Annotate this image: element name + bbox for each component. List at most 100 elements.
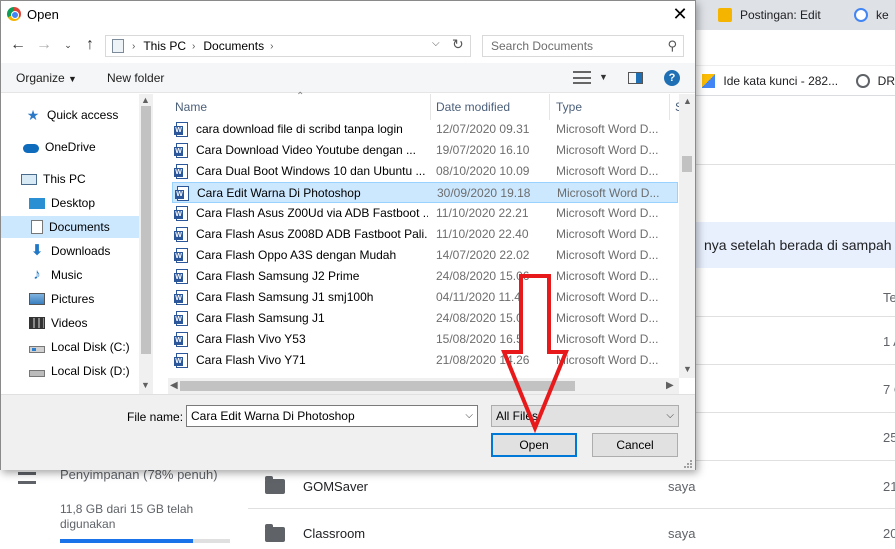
back-arrow-icon[interactable]: ← (9, 36, 27, 54)
sidebar-item-downloads[interactable]: ⬇ Downloads (1, 240, 139, 262)
file-date: 21/08/2020 14.26 (436, 353, 530, 367)
recent-locations-chevron-icon[interactable]: ⌄ (59, 36, 77, 54)
sidebar-item-local-disk-c[interactable]: Local Disk (C:) (1, 336, 139, 358)
pictures-icon (29, 293, 45, 305)
file-type: Microsoft Word D... (556, 206, 659, 220)
word-document-icon (174, 332, 188, 347)
navigation-bar: ← → ⌄ ↑ › This PC › Documents › ⌵ ↻ Sear… (1, 29, 695, 63)
sidebar-item-pictures[interactable]: Pictures (1, 288, 139, 310)
chevron-down-icon[interactable]: ⌵ (465, 406, 473, 426)
open-button[interactable]: Open (491, 433, 577, 457)
search-input[interactable]: Search Documents ⚲ (482, 35, 684, 57)
folder-owner: saya (668, 479, 696, 494)
chevron-right-icon[interactable]: › (270, 41, 273, 52)
sidebar-item-desktop[interactable]: Desktop (1, 192, 139, 214)
sidebar-item-onedrive[interactable]: OneDrive (1, 136, 139, 158)
file-type: Microsoft Word D... (556, 353, 659, 367)
sidebar-item-videos[interactable]: Videos (1, 312, 139, 334)
organize-button[interactable]: Organize ▼ (16, 71, 77, 85)
file-type-select[interactable]: All Files ⌵ (491, 405, 679, 427)
row-value: 25 (883, 430, 895, 445)
file-row[interactable]: cara download file di scribd tanpa login… (172, 119, 678, 140)
cancel-button[interactable]: Cancel (592, 433, 678, 457)
close-icon[interactable]: ✕ (665, 3, 695, 27)
column-divider[interactable] (549, 94, 550, 120)
file-type: Microsoft Word D... (557, 186, 660, 200)
help-icon[interactable]: ? (664, 70, 680, 86)
file-row[interactable]: Cara Download Video Youtube dengan ... 19… (172, 140, 678, 161)
file-row[interactable]: Cara Flash Samsung J2 Prime 24/08/2020 15… (172, 266, 678, 287)
divider (696, 164, 895, 165)
file-row[interactable]: Cara Flash Asus Z008D ADB Fastboot Pali.… (172, 224, 678, 245)
sidebar-item-documents[interactable]: Documents (1, 216, 139, 238)
file-row-selected[interactable]: Cara Edit Warna Di Photoshop 30/09/2020 1… (172, 182, 678, 203)
refresh-icon[interactable]: ↻ (452, 36, 464, 53)
column-divider[interactable] (669, 94, 670, 120)
folder-name[interactable]: GOMSaver (303, 479, 368, 494)
column-header-type[interactable]: Type (556, 94, 582, 120)
dialog-footer: File name: Cara Edit Warna Di Photoshop … (1, 394, 695, 470)
bookmark-ads[interactable]: Ide kata kunci - 282... (723, 74, 838, 88)
file-row[interactable]: Cara Flash Samsung J1 smj100h 04/11/2020 … (172, 287, 678, 308)
word-document-icon (174, 122, 188, 137)
file-row[interactable]: Cara Flash Vivo Y53 15/08/2020 16.5 Micros… (172, 329, 678, 350)
column-divider[interactable] (430, 94, 431, 120)
scroll-left-icon[interactable]: ◀ (170, 380, 178, 391)
address-bar[interactable]: › This PC › Documents › ⌵ ↻ (105, 35, 471, 57)
file-row[interactable]: Cara Flash Vivo Y71 21/08/2020 14.26 Micro… (172, 350, 678, 371)
scroll-down-icon[interactable]: ▼ (683, 364, 692, 374)
sidebar-item-label: Downloads (51, 244, 111, 258)
scroll-right-icon[interactable]: ▶ (666, 380, 674, 391)
sidebar-item-quick-access[interactable]: ★ Quick access (1, 104, 139, 126)
file-date: 30/09/2020 19.18 (437, 186, 531, 200)
file-list-horizontal-scrollbar[interactable]: ◀ ▶ (168, 378, 679, 394)
scroll-up-icon[interactable]: ▲ (141, 95, 150, 105)
chevron-right-icon[interactable]: › (132, 41, 135, 52)
chevron-right-icon[interactable]: › (192, 41, 195, 52)
star-icon: ★ (26, 107, 40, 123)
view-options-caret-icon[interactable]: ▼ (599, 72, 608, 82)
bookmark-dr[interactable]: DR (878, 74, 895, 88)
column-header-name[interactable]: Name (175, 94, 207, 120)
new-folder-button[interactable]: New folder (107, 71, 164, 85)
file-row[interactable]: Cara Flash Samsung J1 24/08/2020 15.0 Micr… (172, 308, 678, 329)
file-name: Cara Download Video Youtube dengan ... (196, 143, 416, 157)
globe-icon (856, 73, 870, 88)
file-name: Cara Edit Warna Di Photoshop (197, 186, 361, 200)
file-list-vertical-scrollbar[interactable]: ▲ ▼ (679, 94, 695, 378)
download-icon: ⬇ (30, 242, 44, 259)
scroll-down-icon[interactable]: ▼ (141, 380, 150, 390)
file-name: cara download file di scribd tanpa login (196, 122, 403, 136)
folder-name[interactable]: Classroom (303, 526, 365, 541)
navigation-pane-scrollbar[interactable]: ▲ ▼ (139, 94, 153, 394)
column-header-date-modified[interactable]: Date modified (436, 94, 510, 120)
file-name-input[interactable]: Cara Edit Warna Di Photoshop ⌵ (186, 405, 478, 427)
forward-arrow-icon[interactable]: → (35, 36, 53, 54)
browser-tab-blogger[interactable]: Postingan: Edit (718, 4, 821, 26)
file-row[interactable]: Cara Flash Oppo A3S dengan Mudah 14/07/20… (172, 245, 678, 266)
view-options-icon[interactable] (573, 71, 591, 84)
google-ads-icon (702, 73, 716, 88)
up-arrow-icon[interactable]: ↑ (81, 36, 99, 54)
breadcrumb-documents[interactable]: Documents (203, 39, 264, 53)
browser-tab-google[interactable]: ke (854, 4, 889, 26)
sidebar-item-this-pc[interactable]: This PC (1, 168, 139, 190)
music-icon: ♪ (33, 266, 41, 283)
file-row[interactable]: Cara Dual Boot Windows 10 dan Ubuntu ...… (172, 161, 678, 182)
sidebar-item-local-disk-d[interactable]: Local Disk (D:) (1, 360, 139, 382)
scrollbar-thumb[interactable] (682, 156, 692, 172)
row-value: 7 O (883, 382, 895, 397)
preview-pane-icon[interactable] (628, 72, 643, 84)
breadcrumb-this-pc[interactable]: This PC (143, 39, 186, 53)
dialog-titlebar[interactable]: Open ✕ (1, 1, 695, 29)
chevron-down-icon[interactable]: ⌵ (432, 38, 440, 49)
file-date: 12/07/2020 09.31 (436, 122, 530, 136)
sidebar-item-music[interactable]: ♪ Music (1, 264, 139, 286)
scroll-up-icon[interactable]: ▲ (683, 96, 692, 106)
resize-grip-icon[interactable] (681, 457, 693, 469)
chevron-down-icon[interactable]: ⌵ (666, 406, 674, 426)
scrollbar-thumb[interactable] (141, 106, 151, 354)
file-row[interactable]: Cara Flash Asus Z00Ud via ADB Fastboot .… (172, 203, 678, 224)
file-name: Cara Flash Vivo Y71 (196, 353, 306, 367)
scrollbar-thumb[interactable] (180, 381, 575, 391)
